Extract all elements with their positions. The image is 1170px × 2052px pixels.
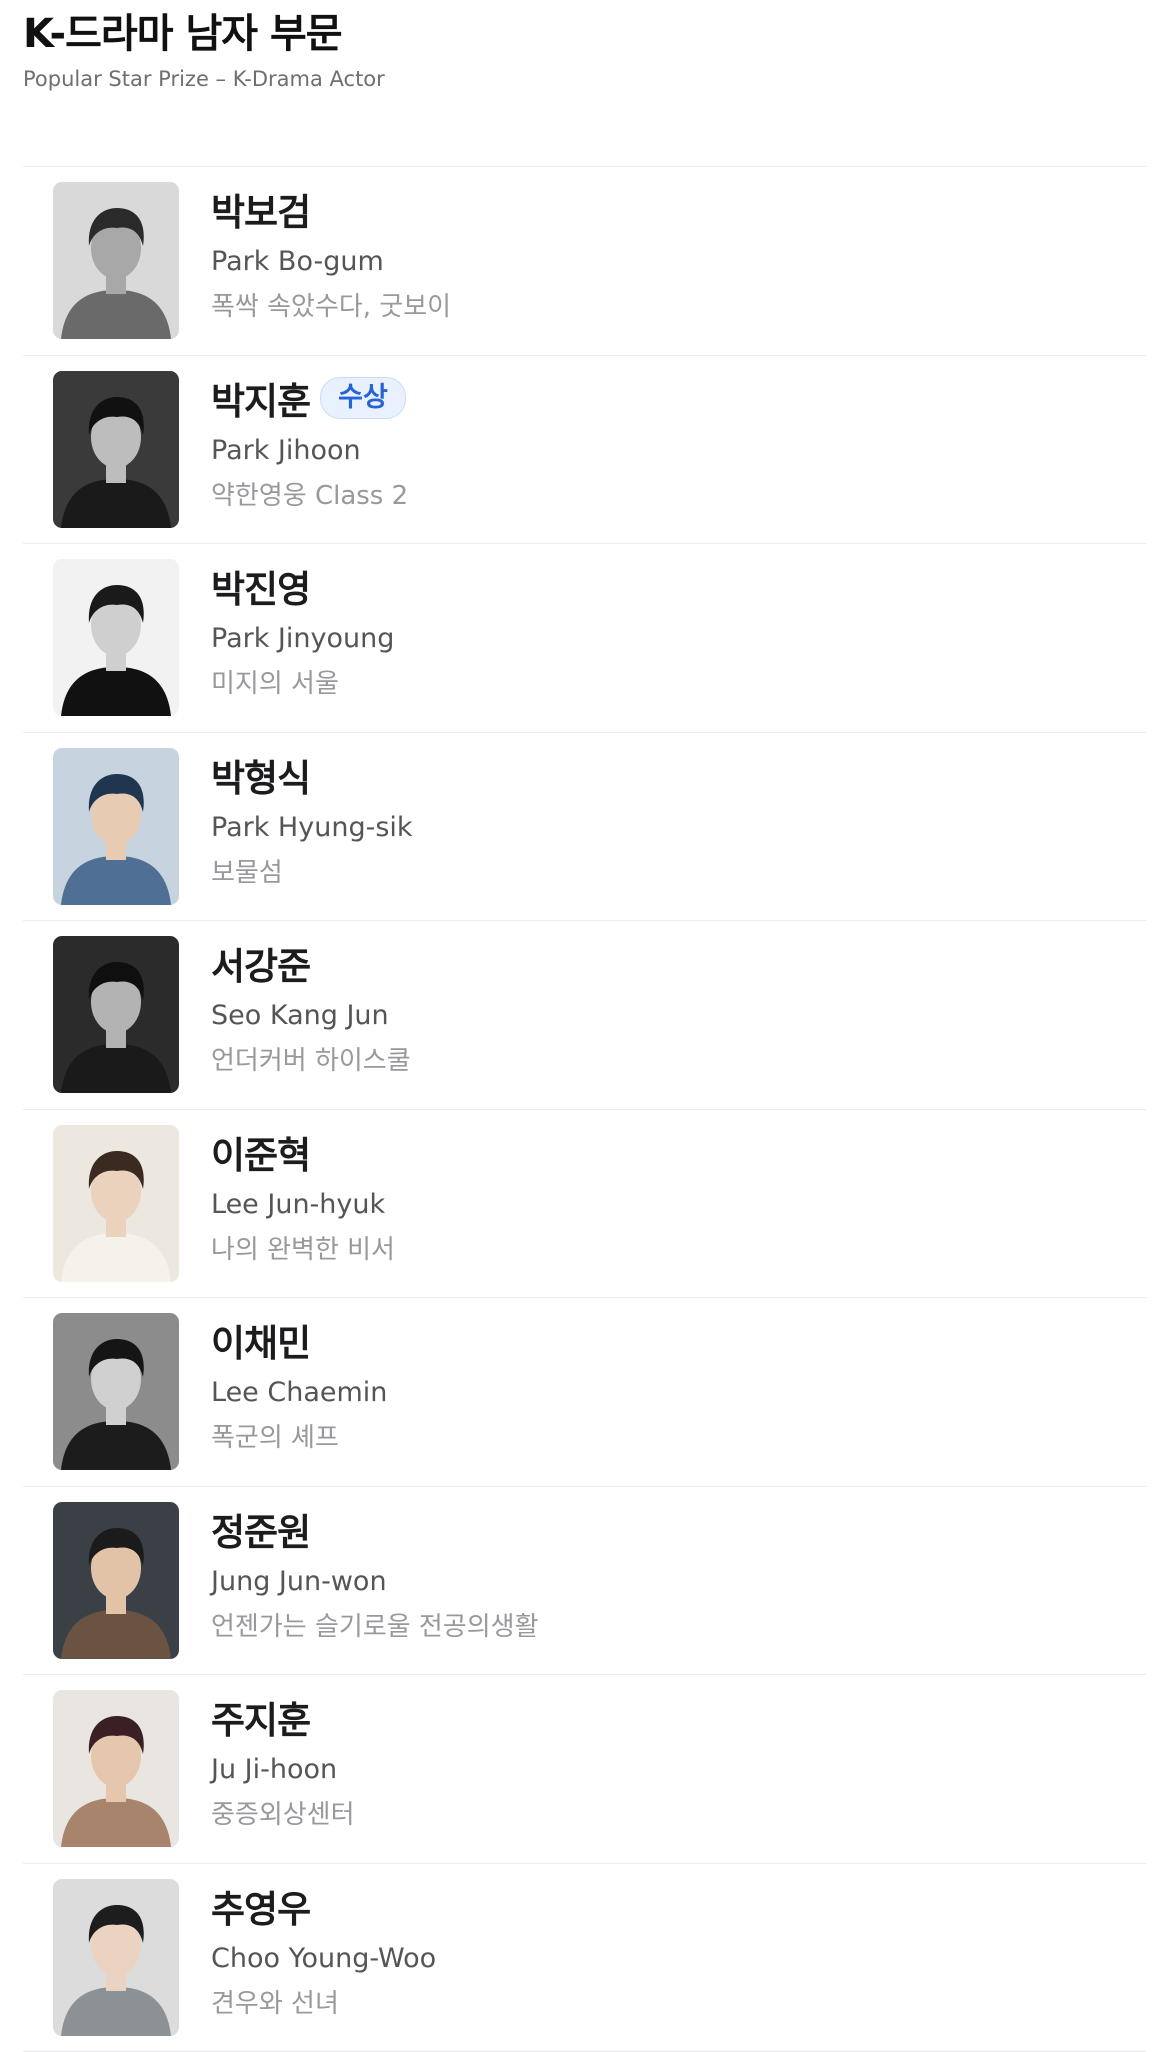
actor-photo: [53, 1125, 179, 1282]
actor-row[interactable]: 서강준 Seo Kang Jun 언더커버 하이스쿨: [23, 921, 1146, 1110]
actor-name-korean: 주지훈: [211, 1690, 310, 1744]
actor-row[interactable]: 이준혁 Lee Jun-hyuk 나의 완벽한 비서: [23, 1110, 1146, 1299]
actor-row[interactable]: 박지훈수상 Park Jihoon 약한영웅 Class 2: [23, 356, 1146, 545]
actor-dramas: 나의 완벽한 비서: [211, 1230, 1126, 1270]
actor-info: 주지훈 Ju Ji-hoon 중증외상센터: [211, 1691, 1126, 1835]
actor-name-line: 박형식: [211, 749, 1126, 801]
actor-name-korean: 박형식: [211, 748, 310, 802]
actor-name-line: 박보검: [211, 183, 1126, 235]
actor-info: 박형식 Park Hyung-sik 보물섬: [211, 749, 1126, 893]
actor-photo: [53, 936, 179, 1093]
actor-info: 박지훈수상 Park Jihoon 약한영웅 Class 2: [211, 372, 1126, 516]
page-title: K-드라마 남자 부문: [23, 6, 385, 62]
actor-photo: [53, 182, 179, 339]
actor-dramas: 중증외상센터: [211, 1795, 1126, 1835]
actor-name-english: Seo Kang Jun: [211, 996, 1126, 1036]
actor-photo: [53, 748, 179, 905]
actor-photo: [53, 1879, 179, 2036]
actor-name-korean: 박지훈: [211, 371, 310, 425]
actor-row[interactable]: 정준원 Jung Jun-won 언젠가는 슬기로울 전공의생활: [23, 1487, 1146, 1676]
actor-photo: [53, 1313, 179, 1470]
actor-name-english: Ju Ji-hoon: [211, 1750, 1126, 1790]
actor-info: 박진영 Park Jinyoung 미지의 서울: [211, 560, 1126, 704]
actor-name-english: Choo Young-Woo: [211, 1939, 1126, 1979]
actor-dramas: 언더커버 하이스쿨: [211, 1041, 1126, 1081]
actor-name-korean: 이채민: [211, 1313, 310, 1367]
actor-name-line: 이준혁: [211, 1126, 1126, 1178]
actor-dramas: 견우와 선녀: [211, 1984, 1126, 2024]
actor-dramas: 폭군의 셰프: [211, 1418, 1126, 1458]
actor-name-line: 추영우: [211, 1880, 1126, 1932]
actor-name-line: 박진영: [211, 560, 1126, 612]
actor-row[interactable]: 주지훈 Ju Ji-hoon 중증외상센터: [23, 1675, 1146, 1864]
actor-info: 이채민 Lee Chaemin 폭군의 셰프: [211, 1314, 1126, 1458]
actor-list: 박보검 Park Bo-gum 폭싹 속았수다, 굿보이박지훈수상 Park Jiho…: [23, 166, 1146, 2052]
actor-dramas: 폭싹 속았수다, 굿보이: [211, 287, 1126, 327]
actor-name-line: 박지훈수상: [211, 372, 1126, 424]
page-subtitle: Popular Star Prize – K-Drama Actor: [23, 64, 385, 94]
actor-name-line: 주지훈: [211, 1691, 1126, 1743]
actor-name-english: Park Bo-gum: [211, 242, 1126, 282]
actor-photo: [53, 1502, 179, 1659]
actor-info: 이준혁 Lee Jun-hyuk 나의 완벽한 비서: [211, 1126, 1126, 1270]
actor-dramas: 약한영웅 Class 2: [211, 476, 1126, 516]
actor-name-line: 이채민: [211, 1314, 1126, 1366]
actor-name-english: Lee Jun-hyuk: [211, 1185, 1126, 1225]
actor-row[interactable]: 이채민 Lee Chaemin 폭군의 셰프: [23, 1298, 1146, 1487]
actor-photo: [53, 1690, 179, 1847]
actor-row[interactable]: 박형식 Park Hyung-sik 보물섬: [23, 733, 1146, 922]
actor-name-korean: 박보검: [211, 182, 310, 236]
winner-badge: 수상: [320, 377, 406, 419]
actor-name-korean: 정준원: [211, 1502, 310, 1556]
page: K-드라마 남자 부문 Popular Star Prize – K-Drama…: [0, 0, 1170, 2043]
actor-name-english: Park Jinyoung: [211, 619, 1126, 659]
actor-dramas: 보물섬: [211, 853, 1126, 893]
actor-info: 추영우 Choo Young-Woo 견우와 선녀: [211, 1880, 1126, 2024]
actor-name-english: Jung Jun-won: [211, 1562, 1126, 1602]
actor-info: 정준원 Jung Jun-won 언젠가는 슬기로울 전공의생활: [211, 1503, 1126, 1647]
actor-name-english: Lee Chaemin: [211, 1373, 1126, 1413]
actor-name-line: 서강준: [211, 937, 1126, 989]
actor-row[interactable]: 박보검 Park Bo-gum 폭싹 속았수다, 굿보이: [23, 167, 1146, 356]
actor-row[interactable]: 추영우 Choo Young-Woo 견우와 선녀: [23, 1864, 1146, 2052]
actor-name-english: Park Jihoon: [211, 431, 1126, 471]
actor-row[interactable]: 박진영 Park Jinyoung 미지의 서울: [23, 544, 1146, 733]
actor-dramas: 미지의 서울: [211, 664, 1126, 704]
actor-name-korean: 박진영: [211, 559, 310, 613]
actor-name-line: 정준원: [211, 1503, 1126, 1555]
actor-photo: [53, 559, 179, 716]
actor-photo: [53, 371, 179, 528]
actor-name-korean: 서강준: [211, 936, 310, 990]
actor-info: 박보검 Park Bo-gum 폭싹 속았수다, 굿보이: [211, 183, 1126, 327]
header: K-드라마 남자 부문 Popular Star Prize – K-Drama…: [23, 6, 385, 94]
actor-dramas: 언젠가는 슬기로울 전공의생활: [211, 1607, 1126, 1647]
actor-name-korean: 이준혁: [211, 1125, 310, 1179]
actor-name-english: Park Hyung-sik: [211, 808, 1126, 848]
actor-info: 서강준 Seo Kang Jun 언더커버 하이스쿨: [211, 937, 1126, 1081]
actor-name-korean: 추영우: [211, 1879, 310, 1933]
